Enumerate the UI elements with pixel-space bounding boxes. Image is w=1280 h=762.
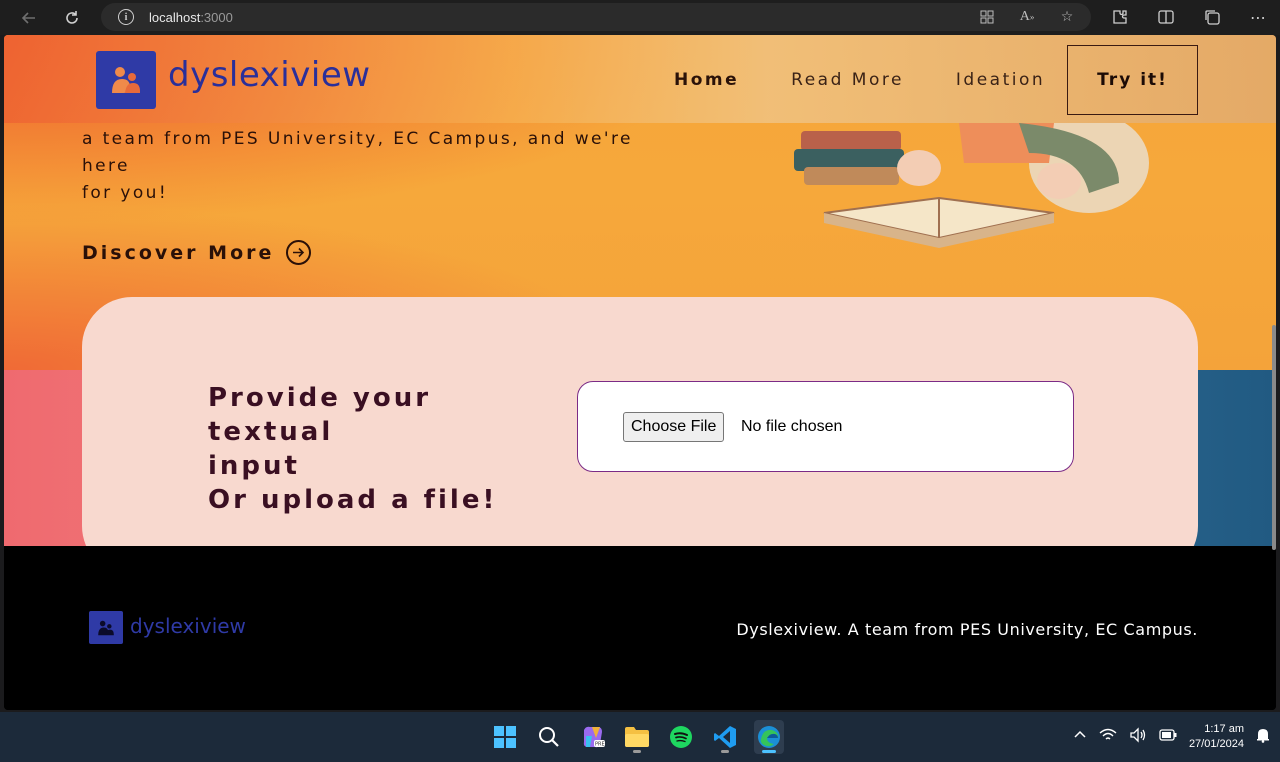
reload-icon[interactable]	[57, 3, 87, 33]
extensions-icon[interactable]	[1108, 5, 1132, 29]
choose-file-button[interactable]: Choose File	[623, 412, 725, 442]
wifi-icon[interactable]	[1099, 727, 1117, 747]
nav-link-home[interactable]: Home	[674, 70, 739, 90]
collections-icon[interactable]	[1200, 5, 1224, 29]
search-icon[interactable]	[534, 720, 564, 754]
address-bar[interactable]: i localhost:3000 A» ☆	[101, 3, 1091, 31]
nav-links: Home Read More Ideation	[674, 70, 1097, 90]
discover-more-link[interactable]: Discover More	[82, 240, 312, 265]
footer-logo-icon[interactable]	[89, 611, 123, 644]
reading-illustration	[794, 123, 1149, 248]
brand-name[interactable]: dyslexiview	[168, 55, 371, 95]
logo-icon[interactable]	[96, 51, 156, 109]
clock[interactable]: 1:17 am 27/01/2024	[1189, 722, 1244, 752]
read-aloud-icon[interactable]: A»	[1017, 7, 1037, 27]
discover-more-label: Discover More	[82, 241, 275, 264]
chevron-up-icon[interactable]	[1073, 728, 1087, 746]
spotify-icon[interactable]	[666, 720, 696, 754]
start-icon[interactable]	[490, 720, 520, 754]
clock-date: 27/01/2024	[1188, 738, 1244, 750]
nav-link-ideation[interactable]: Ideation	[956, 70, 1045, 90]
url-text[interactable]: localhost:3000	[149, 10, 233, 25]
scrollbar[interactable]	[1272, 325, 1276, 550]
split-screen-icon[interactable]	[1154, 5, 1178, 29]
card-title-line: Or upload a file!	[208, 485, 498, 515]
app-available-icon[interactable]	[977, 7, 997, 27]
site-info-icon[interactable]: i	[118, 9, 134, 25]
back-icon[interactable]	[14, 3, 44, 33]
input-card: Provide your textual input Or upload a f…	[82, 297, 1198, 576]
file-explorer-icon[interactable]	[622, 720, 652, 754]
notification-bell-icon[interactable]	[1256, 727, 1270, 747]
favorite-star-icon[interactable]: ☆	[1057, 7, 1077, 27]
system-tray: 1:17 am 27/01/2024	[1073, 722, 1270, 752]
arrow-right-circle-icon	[286, 240, 312, 265]
try-it-button[interactable]: Try it!	[1067, 45, 1198, 115]
nav-link-read-more[interactable]: Read More	[791, 70, 904, 90]
card-title-line: Provide your textual	[208, 383, 432, 447]
hero-text-line: a team from PES University, EC Campus, a…	[82, 129, 633, 176]
card-title-line: input	[208, 451, 300, 481]
clock-time: 1:17 am	[1204, 723, 1244, 735]
volume-icon[interactable]	[1129, 727, 1147, 747]
footer-tagline: Dyslexiview. A team from PES University,…	[736, 620, 1198, 639]
footer-brand-name[interactable]: dyslexiview	[130, 614, 246, 638]
browser-toolbar: i localhost:3000 A» ☆ ⋯	[0, 0, 1280, 35]
footer: dyslexiview Dyslexiview. A team from PES…	[4, 546, 1276, 710]
navbar: dyslexiview Home Read More Ideation Try …	[4, 35, 1276, 123]
edge-icon[interactable]	[754, 720, 784, 754]
card-title: Provide your textual input Or upload a f…	[208, 381, 568, 517]
windows-taskbar: PRE 1:17 am 27/01/2024	[0, 712, 1280, 762]
hero-text-line: for you!	[82, 183, 169, 203]
file-upload-box[interactable]: Choose File No file chosen	[577, 381, 1074, 472]
page-viewport: dyslexiview Home Read More Ideation Try …	[4, 35, 1276, 710]
more-options-icon[interactable]: ⋯	[1246, 5, 1270, 29]
svg-text:PRE: PRE	[595, 742, 605, 748]
file-status-text: No file chosen	[741, 418, 843, 435]
battery-icon[interactable]	[1159, 729, 1177, 745]
copilot-icon[interactable]: PRE	[578, 720, 608, 754]
hero-description: a team from PES University, EC Campus, a…	[82, 126, 682, 207]
vscode-icon[interactable]	[710, 720, 740, 754]
